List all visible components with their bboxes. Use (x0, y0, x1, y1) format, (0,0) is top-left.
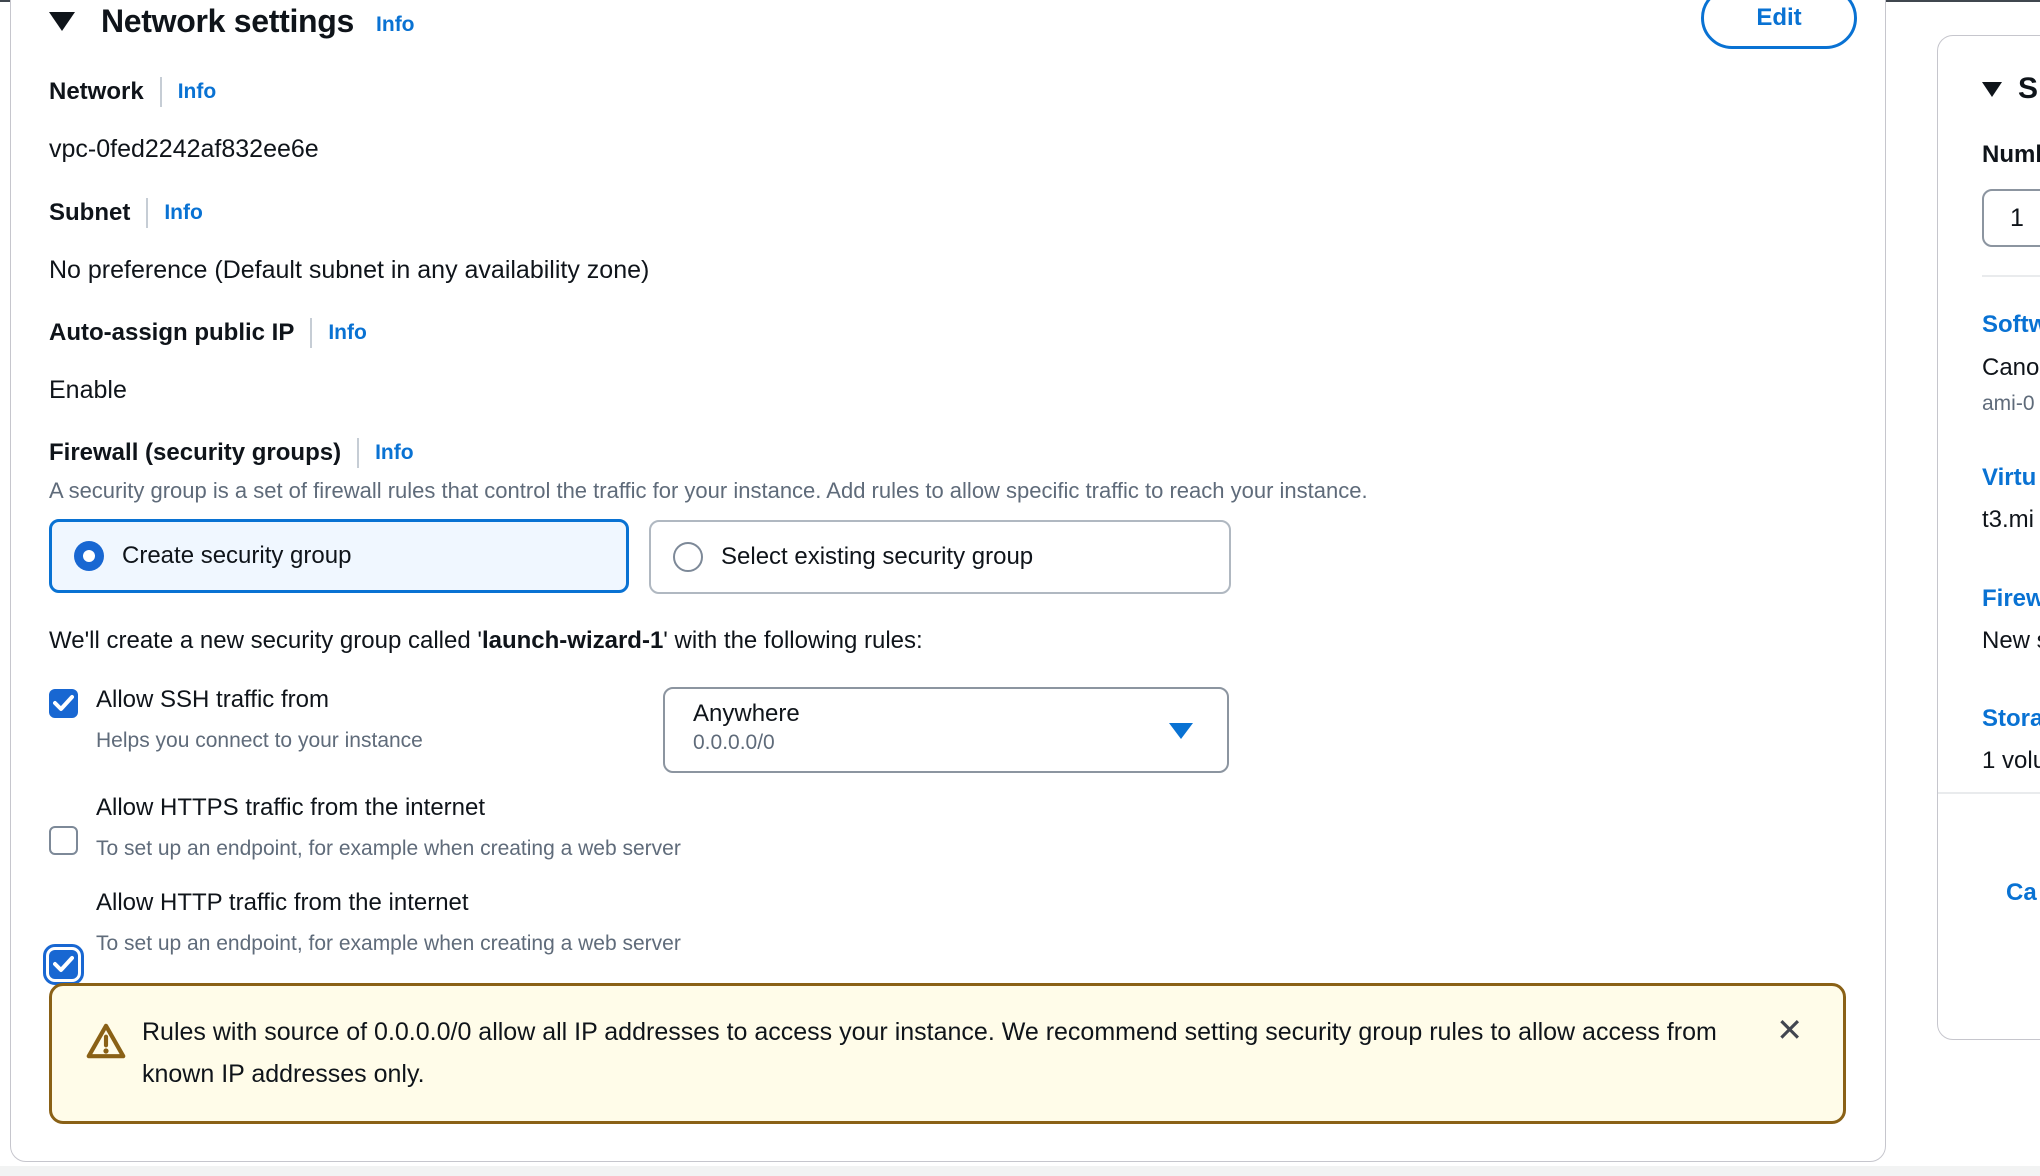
divider (160, 77, 162, 107)
divider (146, 198, 148, 228)
page-bottom-strip (0, 1166, 2040, 1176)
autoassign-label: Auto-assign public IP (49, 319, 294, 347)
subnet-value: No preference (Default subnet in any ava… (49, 256, 649, 285)
virtual-server-type-link[interactable]: Virtu (1982, 464, 2036, 492)
radio-selected-icon[interactable] (74, 541, 104, 571)
summary-title: S (2018, 72, 2038, 106)
create-note-group-name: launch-wizard-1 (482, 627, 663, 654)
firewall-summary-value: New s (1982, 627, 2040, 655)
instance-count-input[interactable] (1982, 189, 2040, 247)
create-note-prefix: We'll create a new security group called… (49, 627, 482, 654)
allow-https-checkbox[interactable] (49, 826, 78, 855)
field-network-label: Network Info (49, 77, 216, 107)
allow-ssh-label: Allow SSH traffic from (96, 686, 329, 714)
storage-summary-link[interactable]: Stora (1982, 705, 2040, 733)
software-image-name: Cano (1982, 354, 2039, 382)
allow-http-sublabel: To set up an endpoint, for example when … (96, 932, 681, 956)
instance-type-value: t3.mi (1982, 506, 2034, 534)
firewall-description: A security group is a set of firewall ru… (49, 478, 1368, 504)
page: Network settings Info Edit Network Info … (0, 0, 2040, 1176)
chevron-down-icon (1169, 723, 1193, 739)
network-value: vpc-0fed2242af832ee6e (49, 135, 319, 164)
network-info-link[interactable]: Info (178, 80, 216, 104)
ssh-source-dropdown[interactable]: Anywhere 0.0.0.0/0 (663, 687, 1229, 773)
allow-ssh-checkbox[interactable] (49, 689, 78, 718)
select-existing-security-group-option[interactable]: Select existing security group (649, 520, 1231, 594)
field-subnet-label: Subnet Info (49, 198, 203, 228)
network-label: Network (49, 78, 144, 106)
create-security-group-label: Create security group (122, 542, 351, 570)
collapse-caret-icon[interactable] (1982, 82, 2002, 97)
create-note: We'll create a new security group called… (49, 627, 923, 655)
divider (1938, 792, 2040, 794)
subnet-label: Subnet (49, 199, 130, 227)
allow-ssh-sublabel: Helps you connect to your instance (96, 729, 423, 753)
autoassign-info-link[interactable]: Info (328, 321, 366, 345)
ssh-source-selected: Anywhere (693, 700, 1227, 728)
warning-text: Rules with source of 0.0.0.0/0 allow all… (142, 1011, 1742, 1095)
firewall-summary-link[interactable]: Firew (1982, 585, 2040, 613)
allow-https-sublabel: To set up an endpoint, for example when … (96, 837, 681, 861)
software-image-link[interactable]: Softw (1982, 311, 2040, 339)
open-cidr-warning-alert: Rules with source of 0.0.0.0/0 allow all… (49, 983, 1846, 1124)
allow-https-label: Allow HTTPS traffic from the internet (96, 794, 485, 822)
storage-summary-value: 1 volu (1982, 747, 2040, 775)
subnet-info-link[interactable]: Info (164, 201, 202, 225)
cancel-link[interactable]: Ca (2006, 879, 2037, 907)
firewall-info-link[interactable]: Info (375, 441, 413, 465)
section-title: Network settings (101, 3, 354, 40)
divider (1982, 275, 2040, 277)
field-firewall-label: Firewall (security groups) Info (49, 438, 414, 468)
collapse-caret-icon[interactable] (49, 12, 75, 31)
divider (357, 438, 359, 468)
number-of-instances-label: Numb (1982, 141, 2040, 169)
ami-id: ami-0 (1982, 392, 2035, 416)
check-icon (53, 955, 74, 973)
check-icon (53, 694, 74, 712)
edit-button[interactable]: Edit (1701, 0, 1857, 49)
divider (310, 318, 312, 348)
summary-header: S (1982, 72, 2038, 106)
section-header: Network settings Info (49, 3, 415, 40)
autoassign-value: Enable (49, 376, 127, 405)
summary-panel-card: S Numb Softw Cano ami-0 Virtu t3.mi Fire… (1937, 35, 2040, 1040)
close-icon[interactable]: ✕ (1776, 1014, 1803, 1046)
firewall-label: Firewall (security groups) (49, 439, 341, 467)
allow-http-label: Allow HTTP traffic from the internet (96, 889, 469, 917)
ssh-source-cidr: 0.0.0.0/0 (693, 731, 1227, 755)
field-autoassign-label: Auto-assign public IP Info (49, 318, 367, 348)
select-existing-security-group-label: Select existing security group (721, 543, 1033, 571)
create-note-suffix: ' with the following rules: (663, 627, 922, 654)
warning-triangle-icon (85, 1022, 127, 1060)
radio-unselected-icon[interactable] (673, 542, 703, 572)
allow-http-checkbox[interactable] (49, 950, 78, 979)
network-settings-card: Network settings Info Edit Network Info … (10, 0, 1886, 1162)
create-security-group-option[interactable]: Create security group (49, 519, 629, 593)
section-info-link[interactable]: Info (376, 13, 414, 37)
